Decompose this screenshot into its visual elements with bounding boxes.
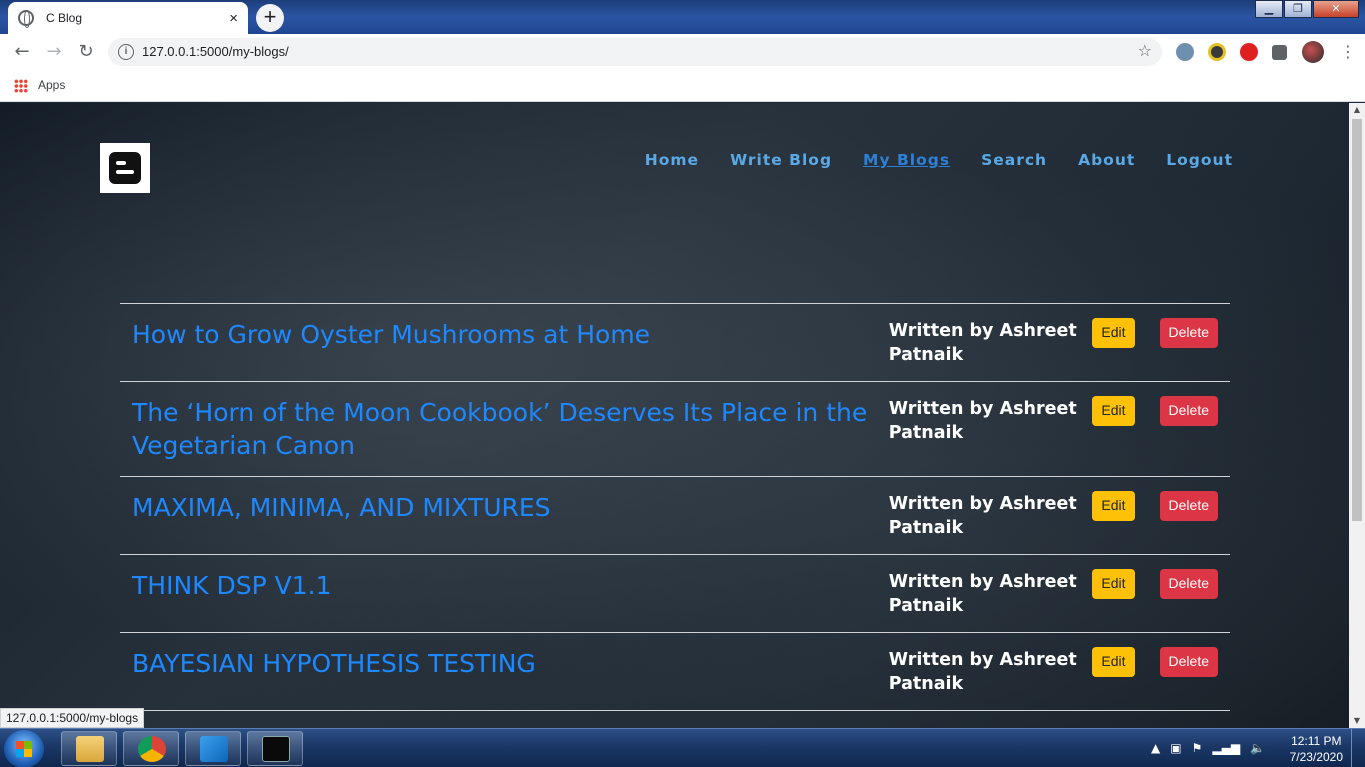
apps-bookmark[interactable]: Apps: [38, 78, 65, 92]
clock[interactable]: 12:11 PM 7/23/2020: [1290, 733, 1343, 765]
star-icon[interactable]: ☆: [1138, 41, 1152, 60]
maximize-button[interactable]: ❐: [1284, 0, 1312, 18]
main-nav: Home Write Blog My Blogs Search About Lo…: [614, 151, 1233, 169]
chrome-icon: [138, 736, 166, 762]
system-tray: ▲ ▣ ⚑ ▂▄▆ 🔈: [1151, 741, 1265, 755]
blog-title-link[interactable]: BAYESIAN HYPOTHESIS TESTING: [132, 647, 889, 680]
page-viewport: Home Write Blog My Blogs Search About Lo…: [0, 103, 1349, 728]
nav-logout[interactable]: Logout: [1166, 151, 1233, 169]
page-scrollbar[interactable]: ▲ ▼: [1349, 103, 1365, 728]
taskbar: ▲ ▣ ⚑ ▂▄▆ 🔈 12:11 PM 7/23/2020: [0, 728, 1365, 767]
new-tab-button[interactable]: +: [256, 4, 284, 32]
avatar[interactable]: [1302, 41, 1324, 63]
status-bar-url: 127.0.0.1:5000/my-blogs: [0, 708, 145, 728]
extension-icon[interactable]: [1176, 43, 1194, 61]
signal-icon[interactable]: ▂▄▆: [1212, 741, 1240, 755]
list-item: How to Grow Oyster Mushrooms at Home Wri…: [120, 303, 1230, 381]
blog-author: Written by Ashreet Patnaik: [888, 650, 1077, 694]
browser-tab-strip: C Blog × + ▁ ❐ ✕: [0, 0, 1365, 34]
back-arrow-icon[interactable]: ←: [10, 40, 34, 64]
forward-arrow-icon[interactable]: →: [42, 40, 66, 64]
action-center-icon[interactable]: ⚑: [1192, 741, 1203, 755]
reload-icon[interactable]: ↻: [74, 40, 98, 64]
extension-icon[interactable]: [1240, 43, 1258, 61]
list-item: MAXIMA, MINIMA, AND MIXTURES Written by …: [120, 476, 1230, 554]
edit-button[interactable]: Edit: [1092, 491, 1135, 521]
blog-list: How to Grow Oyster Mushrooms at Home Wri…: [120, 303, 1230, 711]
blog-author: Written by Ashreet Patnaik: [888, 494, 1077, 538]
nav-home[interactable]: Home: [645, 151, 699, 169]
menu-icon[interactable]: ⋮: [1336, 40, 1360, 64]
edit-button[interactable]: Edit: [1092, 318, 1135, 348]
apps-grid-icon[interactable]: [14, 79, 28, 93]
terminal-icon: [262, 736, 290, 762]
browser-tab[interactable]: C Blog ×: [8, 2, 248, 34]
blog-title-link[interactable]: MAXIMA, MINIMA, AND MIXTURES: [132, 491, 889, 524]
list-item: THINK DSP V1.1 Written by Ashreet Patnai…: [120, 554, 1230, 632]
url-text[interactable]: 127.0.0.1:5000/my-blogs/: [142, 44, 289, 59]
minimize-button[interactable]: ▁: [1255, 0, 1283, 18]
nav-search[interactable]: Search: [981, 151, 1047, 169]
blog-author: Written by Ashreet Patnaik: [888, 572, 1077, 616]
folder-icon: [76, 736, 104, 762]
delete-button[interactable]: Delete: [1159, 396, 1218, 426]
show-desktop-button[interactable]: [1351, 729, 1365, 767]
delete-button[interactable]: Delete: [1159, 647, 1218, 677]
vscode-icon: [200, 736, 228, 762]
scroll-down-arrow-icon[interactable]: ▼: [1349, 714, 1365, 728]
scrollbar-thumb[interactable]: [1352, 119, 1362, 521]
tab-title: C Blog: [46, 11, 83, 25]
globe-icon: [18, 10, 34, 28]
file-explorer-taskbar-button[interactable]: [61, 731, 117, 766]
blog-author: Written by Ashreet Patnaik: [888, 321, 1077, 365]
edit-button[interactable]: Edit: [1092, 396, 1135, 426]
nav-about[interactable]: About: [1078, 151, 1135, 169]
edit-button[interactable]: Edit: [1092, 647, 1135, 677]
blog-title-link[interactable]: THINK DSP V1.1: [132, 569, 889, 602]
extension-icon[interactable]: [1208, 43, 1226, 61]
edit-button[interactable]: Edit: [1092, 569, 1135, 599]
vscode-taskbar-button[interactable]: [185, 731, 241, 766]
list-item: BAYESIAN HYPOTHESIS TESTING Written by A…: [120, 632, 1230, 711]
blog-title-link[interactable]: How to Grow Oyster Mushrooms at Home: [132, 318, 889, 351]
start-button[interactable]: [4, 730, 44, 767]
delete-button[interactable]: Delete: [1159, 491, 1218, 521]
chrome-taskbar-button[interactable]: [123, 731, 179, 766]
network-device-icon[interactable]: ▣: [1170, 741, 1181, 755]
mysql-taskbar-button[interactable]: [247, 731, 303, 766]
blog-author: Written by Ashreet Patnaik: [888, 399, 1077, 443]
blog-title-link[interactable]: The ‘Horn of the Moon Cookbook’ Deserves…: [132, 396, 889, 462]
nav-my-blogs[interactable]: My Blogs: [863, 151, 950, 169]
scroll-up-arrow-icon[interactable]: ▲: [1349, 103, 1365, 117]
clock-time: 12:11 PM: [1291, 734, 1342, 748]
delete-button[interactable]: Delete: [1159, 569, 1218, 599]
close-window-button[interactable]: ✕: [1313, 0, 1359, 18]
close-tab-icon[interactable]: ×: [229, 10, 238, 27]
list-item: The ‘Horn of the Moon Cookbook’ Deserves…: [120, 381, 1230, 476]
blogger-logo-icon[interactable]: [100, 143, 150, 193]
address-bar[interactable]: i 127.0.0.1:5000/my-blogs/ ☆: [108, 38, 1162, 66]
volume-icon[interactable]: 🔈: [1250, 741, 1265, 755]
browser-toolbar: ← → ↻ i 127.0.0.1:5000/my-blogs/ ☆ ⋮: [0, 34, 1365, 70]
puzzle-icon[interactable]: [1272, 45, 1287, 60]
show-hidden-icons-icon[interactable]: ▲: [1151, 741, 1160, 755]
window-controls: ▁ ❐ ✕: [1254, 0, 1359, 18]
delete-button[interactable]: Delete: [1159, 318, 1218, 348]
info-icon[interactable]: i: [118, 44, 134, 60]
bookmarks-bar: Apps: [0, 70, 1365, 102]
clock-date: 7/23/2020: [1289, 750, 1343, 764]
nav-write-blog[interactable]: Write Blog: [730, 151, 832, 169]
